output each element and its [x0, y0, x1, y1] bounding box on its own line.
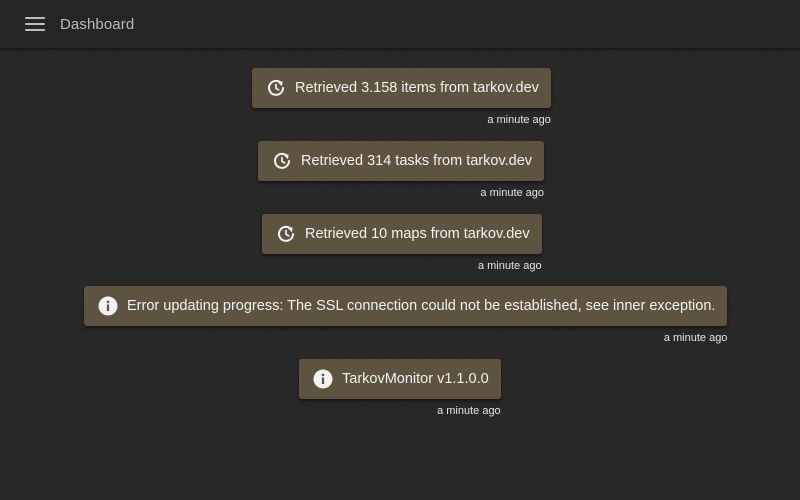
message-timestamp: a minute ago — [437, 405, 501, 417]
message-entry: Error updating progress: The SSL connect… — [84, 286, 728, 344]
message-entry: Retrieved 3.158 items from tarkov.dev a … — [252, 68, 551, 126]
hamburger-menu-icon[interactable] — [25, 15, 47, 33]
message-text: Retrieved 10 maps from tarkov.dev — [305, 226, 530, 242]
refresh-icon — [276, 224, 296, 244]
message-text: Error updating progress: The SSL connect… — [127, 298, 716, 314]
message-card: Retrieved 3.158 items from tarkov.dev — [252, 68, 551, 108]
menu-line — [25, 23, 45, 25]
refresh-icon — [266, 78, 286, 98]
info-icon — [98, 296, 118, 316]
menu-line — [25, 29, 45, 31]
message-text: Retrieved 3.158 items from tarkov.dev — [295, 80, 539, 96]
message-card: Error updating progress: The SSL connect… — [84, 286, 728, 326]
refresh-icon — [272, 151, 292, 171]
app-window: Dashboard Retrieved 3.158 items from tar… — [0, 0, 800, 500]
message-timestamp: a minute ago — [477, 260, 542, 272]
message-card: Retrieved 314 tasks from tarkov.dev — [258, 141, 545, 181]
message-entry: Retrieved 314 tasks from tarkov.dev a mi… — [258, 141, 545, 199]
message-entry: TarkovMonitor v1.1.0.0 a minute ago — [299, 359, 501, 417]
message-text: TarkovMonitor v1.1.0.0 — [342, 371, 489, 387]
message-timestamp: a minute ago — [487, 114, 551, 126]
menu-line — [25, 17, 45, 19]
message-timestamp: a minute ago — [480, 187, 545, 199]
message-card: TarkovMonitor v1.1.0.0 — [299, 359, 501, 399]
page-title: Dashboard — [60, 15, 135, 33]
message-timestamp: a minute ago — [663, 332, 728, 344]
message-card: Retrieved 10 maps from tarkov.dev — [262, 214, 542, 254]
message-text: Retrieved 314 tasks from tarkov.dev — [301, 153, 533, 169]
app-bar: Dashboard — [0, 0, 800, 49]
info-icon — [313, 369, 333, 389]
message-entry: Retrieved 10 maps from tarkov.dev a minu… — [262, 214, 542, 272]
